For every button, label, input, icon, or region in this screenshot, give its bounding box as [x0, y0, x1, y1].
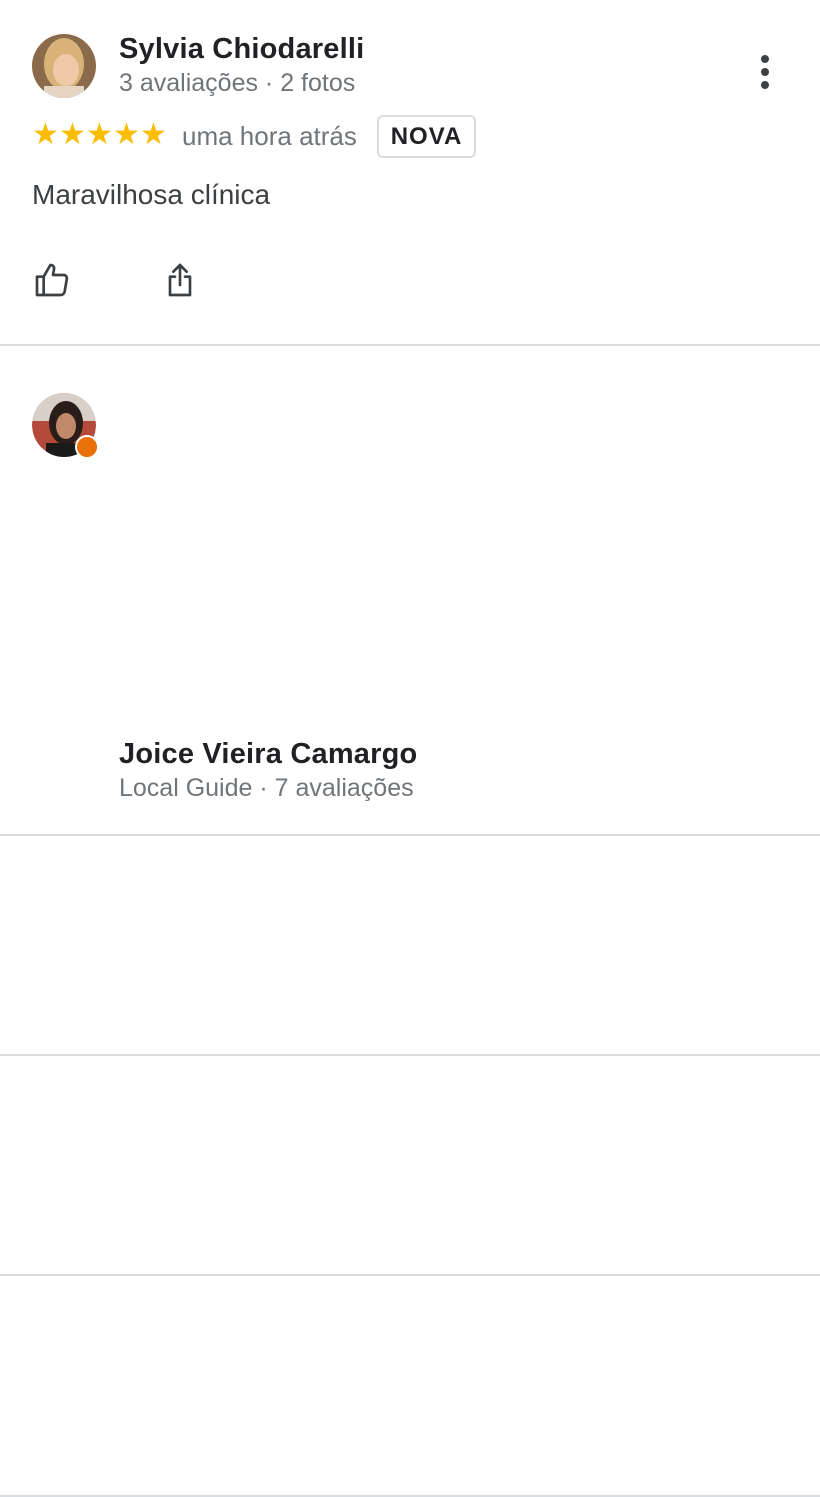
avatar[interactable] — [32, 393, 99, 459]
thumbs-up-icon[interactable] — [32, 260, 72, 300]
review-card — [0, 1056, 820, 1276]
review-text: Maravilhosa clínica — [32, 179, 271, 210]
star-icon: ★ — [86, 118, 113, 151]
review-card: Sylvia Chiodarelli 3 avaliações · 2 foto… — [0, 0, 820, 346]
review-card: Joice Vieira Camargo Local Guide · 7 ava… — [0, 346, 820, 836]
avatar[interactable] — [32, 34, 96, 98]
star-icon: ★ — [140, 118, 167, 151]
review-actions — [32, 260, 200, 300]
star-icon: ★ — [32, 118, 59, 151]
review-time: uma hora atrás — [182, 121, 357, 151]
star-icon: ★ — [59, 118, 86, 151]
more-options-button[interactable] — [754, 52, 776, 92]
share-icon[interactable] — [160, 260, 200, 300]
star-icon: ★ — [113, 118, 140, 151]
star-rating: ★ ★ ★ ★ ★ — [32, 118, 167, 151]
review-card — [0, 836, 820, 1056]
review-card — [0, 1276, 820, 1497]
reviewer-stats: Local Guide · 7 avaliações — [119, 774, 414, 802]
reviewer-name[interactable]: Joice Vieira Camargo — [119, 738, 417, 771]
local-guide-badge-icon — [75, 435, 99, 459]
new-badge: NOVA — [377, 115, 476, 158]
reviewer-stats: 3 avaliações · 2 fotos — [119, 69, 356, 97]
reviewer-name[interactable]: Sylvia Chiodarelli — [119, 33, 364, 66]
